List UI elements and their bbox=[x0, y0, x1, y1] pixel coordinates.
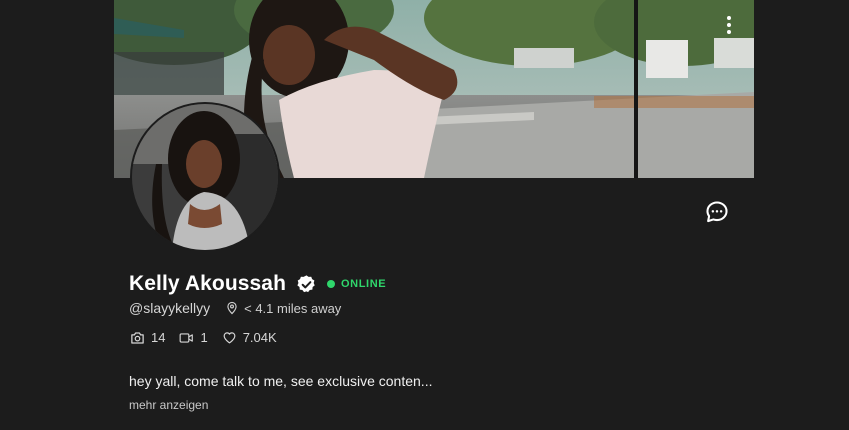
verified-check-icon bbox=[297, 274, 315, 292]
videos-count: 1 bbox=[200, 330, 208, 345]
distance-text: < 4.1 miles away bbox=[244, 300, 342, 316]
username-handle: @slayykellyy bbox=[129, 300, 211, 316]
online-status-label: ONLINE bbox=[341, 278, 387, 290]
avatar-image bbox=[132, 104, 278, 250]
online-status-dot bbox=[327, 280, 336, 288]
menu-dot bbox=[727, 23, 731, 27]
photos-count: 14 bbox=[151, 330, 166, 345]
camera-icon bbox=[131, 331, 144, 344]
profile-card: Kelly Akoussah ONLINE @slayykellyy < 4.1… bbox=[114, 0, 754, 430]
handle-row: @slayykellyy < 4.1 miles away bbox=[129, 300, 341, 316]
show-more-link[interactable]: mehr anzeigen bbox=[129, 398, 208, 412]
avatar[interactable] bbox=[130, 102, 280, 252]
chat-button[interactable] bbox=[704, 199, 730, 225]
stat-likes[interactable]: 7.04K bbox=[222, 330, 277, 345]
location-pin-icon bbox=[227, 301, 237, 315]
page: Kelly Akoussah ONLINE @slayykellyy < 4.1… bbox=[0, 0, 849, 430]
heart-icon bbox=[223, 332, 236, 344]
stat-videos[interactable]: 1 bbox=[179, 330, 208, 345]
stats-row: 14 1 7.04K bbox=[130, 330, 291, 345]
display-name: Kelly Akoussah bbox=[129, 272, 287, 295]
likes-count: 7.04K bbox=[242, 330, 277, 345]
chat-bubble-icon bbox=[706, 201, 728, 223]
stat-photos[interactable]: 14 bbox=[130, 330, 165, 345]
menu-dot bbox=[727, 16, 731, 20]
more-vertical-icon[interactable] bbox=[722, 14, 736, 36]
bio-text: hey yall, come talk to me, see exclusive… bbox=[129, 373, 433, 389]
video-camera-icon bbox=[180, 332, 194, 343]
menu-dot bbox=[727, 30, 731, 34]
name-row: Kelly Akoussah ONLINE bbox=[129, 272, 386, 296]
